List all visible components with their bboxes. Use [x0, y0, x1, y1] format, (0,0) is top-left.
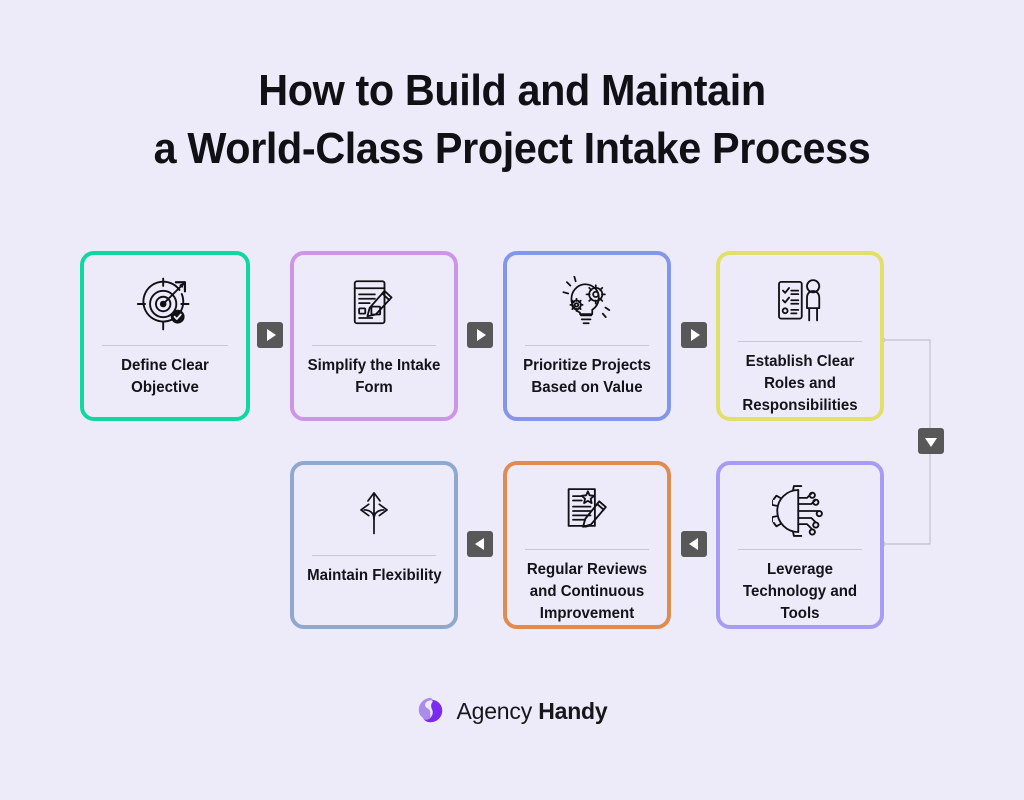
checklist-person-icon — [764, 271, 836, 333]
step-card-label: Leverage Technology and Tools — [742, 561, 858, 622]
step-card-label: Maintain Flexibility — [306, 567, 442, 584]
step-card-label: Prioritize Projects Based on Value — [523, 357, 651, 396]
agency-handy-logo-icon — [419, 697, 443, 723]
connector-arrow-left-2[interactable] — [681, 531, 707, 557]
step-card-prioritize-projects[interactable]: Prioritize Projects Based on Value — [503, 251, 671, 421]
step-card-label: Establish Clear Roles and Responsibiliti… — [742, 353, 858, 414]
connector-arrow-right-2[interactable] — [467, 322, 493, 348]
step-card-regular-reviews[interactable]: Regular Reviews and Continuous Improveme… — [503, 461, 671, 629]
brand-word-handy: Handy — [538, 697, 608, 724]
gear-circuit-icon — [764, 481, 836, 541]
connector-arrow-left-1[interactable] — [467, 531, 493, 557]
brand-wordmark: Agency Handy — [456, 698, 607, 725]
arrow-left-icon — [688, 538, 698, 550]
step-card-label: Simplify the Intake Form — [307, 357, 441, 396]
form-pencil-icon — [338, 271, 410, 337]
arrow-right-icon — [690, 329, 700, 341]
brand-word-agency: Agency — [456, 697, 532, 724]
step-card-leverage-technology[interactable]: Leverage Technology and Tools — [716, 461, 884, 629]
connector-arrow-right-1[interactable] — [257, 322, 283, 348]
target-arrow-check-icon — [129, 271, 201, 337]
lightbulb-gears-icon — [551, 271, 623, 337]
arrow-right-icon — [266, 329, 276, 341]
step-card-label: Regular Reviews and Continuous Improveme… — [526, 561, 648, 622]
card-divider — [311, 345, 437, 346]
connector-arrow-right-3[interactable] — [681, 322, 707, 348]
card-divider — [737, 341, 863, 342]
step-card-establish-clear-roles[interactable]: Establish Clear Roles and Responsibiliti… — [716, 251, 884, 421]
step-card-simplify-intake-form[interactable]: Simplify the Intake Form — [290, 251, 458, 421]
card-divider — [737, 549, 863, 550]
process-flow-diagram: Define Clear Objective Simplify the Inta… — [0, 0, 1024, 800]
arrow-down-icon — [925, 437, 937, 447]
card-divider — [524, 345, 650, 346]
arrow-right-icon — [476, 329, 486, 341]
arrow-left-icon — [474, 538, 484, 550]
card-divider — [524, 549, 650, 550]
footer-brand-logo: Agency Handy — [0, 696, 1024, 726]
three-way-arrows-icon — [338, 481, 410, 547]
card-divider — [311, 555, 437, 556]
connector-arrow-down[interactable] — [918, 428, 944, 454]
step-card-define-clear-objective[interactable]: Define Clear Objective — [80, 251, 250, 421]
step-card-label: Define Clear Objective — [121, 357, 209, 396]
card-divider — [101, 345, 229, 346]
document-star-pencil-icon — [551, 481, 623, 541]
step-card-maintain-flexibility[interactable]: Maintain Flexibility — [290, 461, 458, 629]
